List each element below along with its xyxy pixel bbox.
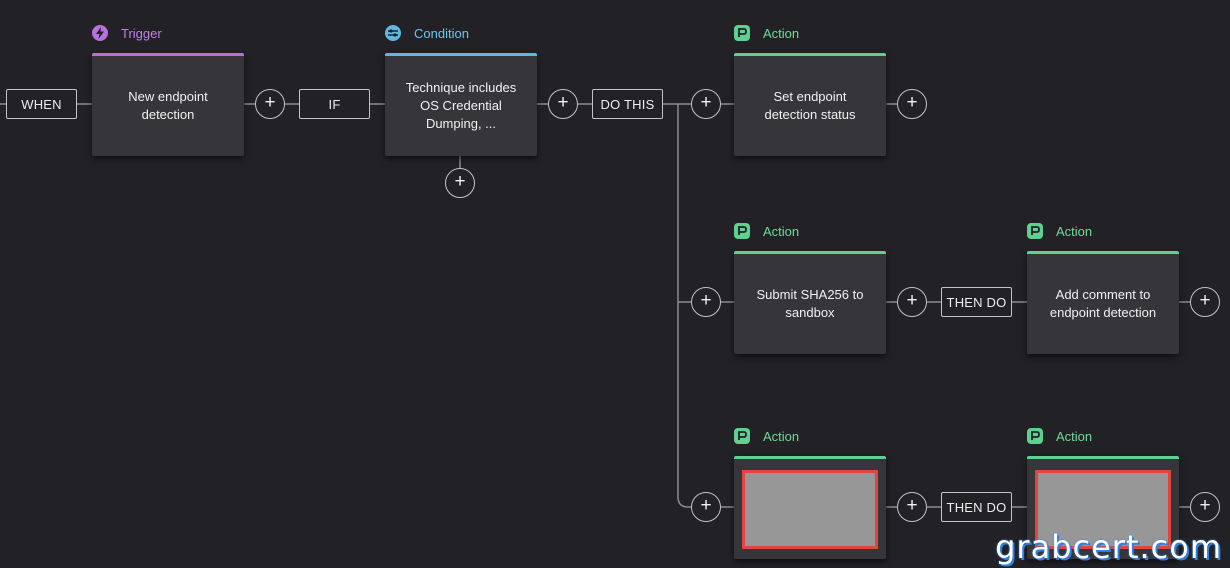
action-label: Action — [1056, 428, 1093, 444]
action-header-2: Action — [734, 223, 799, 239]
redacted-area — [742, 469, 878, 549]
action-icon — [1027, 223, 1043, 239]
action-label: Action — [763, 25, 800, 41]
then-do-pill: THEN DO — [941, 492, 1012, 522]
condition-icon — [385, 25, 401, 41]
action-header-3: Action — [1027, 223, 1092, 239]
add-step-button[interactable]: + — [897, 89, 927, 119]
add-step-button[interactable]: + — [691, 287, 721, 317]
trigger-header: Trigger — [92, 25, 162, 41]
action-icon — [1027, 428, 1043, 444]
then-do-pill: THEN DO — [941, 287, 1012, 317]
condition-header: Condition — [385, 25, 469, 41]
trigger-node[interactable]: New endpoint detection — [92, 53, 244, 156]
add-condition-branch-button[interactable]: + — [445, 168, 475, 198]
action-header-1: Action — [734, 25, 799, 41]
action-label: Action — [763, 223, 800, 239]
watermark: grabcert.com — [995, 528, 1222, 566]
action-node-redacted[interactable] — [734, 456, 886, 559]
add-step-button[interactable]: + — [255, 89, 285, 119]
action-icon — [734, 428, 750, 444]
add-step-button[interactable]: + — [691, 492, 721, 522]
condition-node[interactable]: Technique includes OS Credential Dumping… — [385, 53, 537, 156]
action-icon — [734, 223, 750, 239]
do-this-pill: DO THIS — [592, 89, 663, 119]
add-step-button[interactable]: + — [691, 89, 721, 119]
action-header-4: Action — [734, 428, 799, 444]
add-step-button[interactable]: + — [1190, 492, 1220, 522]
action-node-set-status[interactable]: Set endpoint detection status — [734, 53, 886, 156]
action-header-5: Action — [1027, 428, 1092, 444]
action-node-submit-sha256[interactable]: Submit SHA256 to sandbox — [734, 251, 886, 354]
action-node-add-comment[interactable]: Add comment to endpoint detection — [1027, 251, 1179, 354]
action-label: Action — [763, 428, 800, 444]
lightning-bolt-icon — [92, 25, 108, 41]
add-step-button[interactable]: + — [897, 492, 927, 522]
action-icon — [734, 25, 750, 41]
add-step-button[interactable]: + — [548, 89, 578, 119]
action-label: Action — [1056, 223, 1093, 239]
when-pill: WHEN — [6, 89, 77, 119]
if-pill: IF — [299, 89, 370, 119]
condition-label: Condition — [414, 25, 469, 41]
trigger-label: Trigger — [121, 25, 162, 41]
add-step-button[interactable]: + — [897, 287, 927, 317]
add-step-button[interactable]: + — [1190, 287, 1220, 317]
